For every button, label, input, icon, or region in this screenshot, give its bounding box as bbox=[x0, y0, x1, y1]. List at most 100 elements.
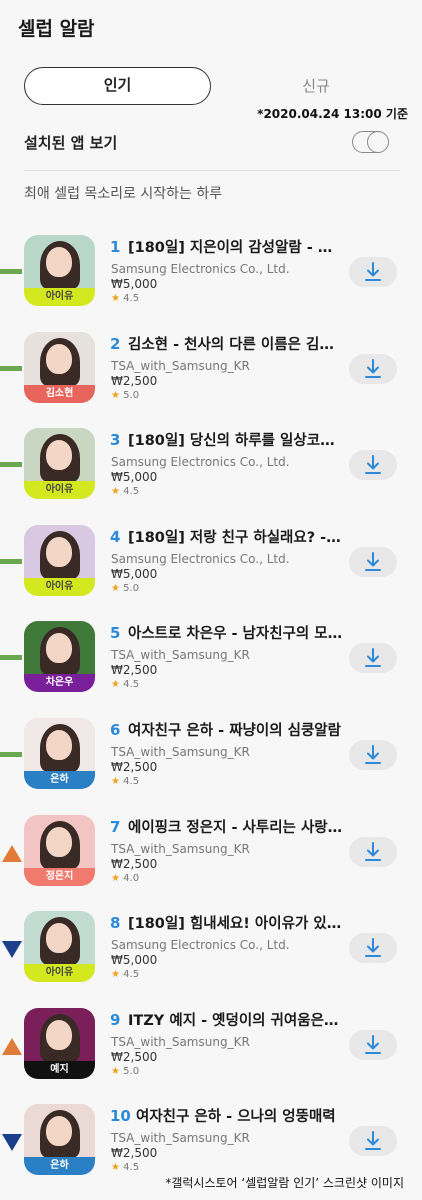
app-price: ₩2,500 bbox=[111, 856, 158, 871]
download-icon bbox=[365, 744, 381, 764]
download-button[interactable] bbox=[349, 353, 397, 384]
download-button[interactable] bbox=[349, 1126, 397, 1157]
celeb-name-label: 김소현 bbox=[24, 384, 95, 403]
star-icon: ★ bbox=[111, 1162, 120, 1174]
app-seller: TSA_with_Samsung_KR bbox=[111, 1034, 250, 1049]
installed-apps-toggle[interactable] bbox=[352, 130, 389, 153]
page-title: 셀럽 알람 bbox=[18, 18, 95, 40]
app-price: ₩2,500 bbox=[111, 1049, 158, 1064]
download-button[interactable] bbox=[349, 739, 397, 770]
list-item[interactable]: 은하 6 여자친구 은하 - 짜냥이의 심쿵알람 TSA_with_Samsun… bbox=[0, 717, 422, 815]
rating-value: 5.0 bbox=[123, 582, 140, 594]
list-item[interactable]: 정은지 7 에이핑크 정은지 - 사투리는 사랑입니다 TSA_with_Sam… bbox=[0, 814, 422, 912]
app-name[interactable]: ITZY 예지 - 옛덩이의 귀여움은 무죄 bbox=[128, 1009, 343, 1030]
celeb-name-label: 아이유 bbox=[24, 288, 95, 306]
star-icon: ★ bbox=[111, 969, 120, 981]
app-seller: Samsung Electronics Co., Ltd. bbox=[111, 551, 290, 566]
download-button[interactable] bbox=[349, 836, 397, 867]
tab-new[interactable]: 신규 bbox=[234, 67, 398, 105]
celeb-photo bbox=[24, 814, 95, 869]
app-rating: ★ 4.5 bbox=[111, 969, 139, 980]
list-item[interactable]: 아이유 3 [180일] 당신의 하루를 일상코치 아이유 Samsung El… bbox=[0, 428, 422, 525]
celeb-photo bbox=[24, 235, 95, 289]
celeb-face bbox=[46, 440, 72, 471]
rank-up-icon bbox=[0, 844, 22, 865]
tab-popular[interactable]: 인기 bbox=[24, 67, 211, 105]
no-change-icon bbox=[0, 362, 22, 382]
download-button[interactable] bbox=[349, 933, 397, 964]
app-name[interactable]: 김소현 - 천사의 다른 이름은 김소현 bbox=[128, 333, 343, 354]
celeb-photo bbox=[24, 911, 95, 966]
app-thumbnail[interactable]: 은하 bbox=[24, 1104, 95, 1176]
app-thumbnail[interactable]: 차은우 bbox=[24, 621, 95, 693]
download-button[interactable] bbox=[349, 643, 397, 674]
celeb-photo bbox=[24, 1007, 95, 1062]
download-icon bbox=[365, 551, 381, 571]
app-name[interactable]: [180일] 지은이의 감성알람 - 아이유 bbox=[128, 236, 343, 257]
celeb-face bbox=[46, 343, 72, 374]
list-item[interactable]: 차은우 5 아스트로 차은우 - 남자친구의 모닝콜 TSA_with_Sams… bbox=[0, 621, 422, 718]
app-thumbnail[interactable]: 은하 bbox=[24, 717, 95, 789]
app-seller: TSA_with_Samsung_KR bbox=[111, 841, 250, 856]
rank-number: 3 bbox=[110, 431, 121, 450]
rating-value: 4.5 bbox=[123, 1162, 140, 1174]
app-thumbnail[interactable]: 아이유 bbox=[24, 524, 95, 596]
app-rating: ★ 4.5 bbox=[111, 776, 139, 787]
download-button[interactable] bbox=[349, 257, 397, 287]
list-item[interactable]: 아이유 4 [180일] 저랑 친구 하실래요? - 아이유 Samsung E… bbox=[0, 524, 422, 622]
app-thumbnail[interactable]: 정은지 bbox=[24, 814, 95, 886]
app-price: ₩2,500 bbox=[111, 759, 158, 774]
download-button[interactable] bbox=[349, 546, 397, 577]
celeb-face bbox=[46, 826, 72, 857]
installed-apps-label: 설치된 앱 보기 bbox=[24, 134, 118, 152]
celeb-name-label: 예지 bbox=[24, 1060, 95, 1079]
app-thumbnail[interactable]: 아이유 bbox=[24, 911, 95, 983]
app-price: ₩2,500 bbox=[111, 1146, 158, 1161]
rank-up-icon bbox=[0, 1037, 22, 1058]
app-name[interactable]: [180일] 당신의 하루를 일상코치 아이유 bbox=[128, 429, 343, 450]
app-name[interactable]: 여자친구 은하 - 으나의 엉뚱매력 bbox=[136, 1105, 343, 1126]
app-name[interactable]: [180일] 힘내세요! 아이유가 있잖아요 bbox=[128, 912, 343, 933]
app-name[interactable]: 아스트로 차은우 - 남자친구의 모닝콜 bbox=[128, 622, 343, 643]
rank-number: 2 bbox=[110, 334, 121, 353]
app-rating: ★ 4.5 bbox=[111, 293, 139, 304]
list-item[interactable]: 아이유 8 [180일] 힘내세요! 아이유가 있잖아요 Samsung Ele… bbox=[0, 911, 422, 1008]
app-name[interactable]: [180일] 저랑 친구 하실래요? - 아이유 bbox=[128, 526, 343, 547]
toggle-knob bbox=[366, 130, 389, 153]
celeb-photo bbox=[24, 717, 95, 772]
download-icon bbox=[365, 262, 381, 281]
app-rating: ★ 5.0 bbox=[111, 1066, 139, 1077]
celeb-photo bbox=[24, 428, 95, 483]
star-icon: ★ bbox=[111, 775, 120, 787]
app-rating: ★ 5.0 bbox=[111, 390, 139, 401]
download-icon bbox=[365, 358, 381, 378]
app-seller: Samsung Electronics Co., Ltd. bbox=[111, 262, 290, 276]
celeb-photo bbox=[24, 1104, 95, 1159]
star-icon: ★ bbox=[111, 293, 120, 304]
app-list: 아이유 1 [180일] 지은이의 감성알람 - 아이유 Samsung Ele… bbox=[0, 235, 422, 1200]
celeb-photo bbox=[24, 331, 95, 386]
download-button[interactable] bbox=[349, 450, 397, 481]
app-thumbnail[interactable]: 아이유 bbox=[24, 428, 95, 500]
app-price: ₩5,000 bbox=[111, 277, 158, 291]
rank-down-icon bbox=[0, 1134, 22, 1154]
rating-value: 4.0 bbox=[123, 872, 140, 884]
app-price: ₩5,000 bbox=[111, 953, 158, 968]
download-button[interactable] bbox=[349, 1029, 397, 1060]
rating-value: 4.5 bbox=[123, 679, 140, 691]
list-item[interactable]: 아이유 1 [180일] 지은이의 감성알람 - 아이유 Samsung Ele… bbox=[0, 235, 422, 332]
app-seller: TSA_with_Samsung_KR bbox=[111, 744, 250, 759]
celeb-name-label: 정은지 bbox=[24, 867, 95, 886]
star-icon: ★ bbox=[111, 486, 120, 498]
app-thumbnail[interactable]: 김소현 bbox=[24, 331, 95, 403]
no-change-icon bbox=[0, 748, 22, 768]
app-name[interactable]: 여자친구 은하 - 짜냥이의 심쿵알람 bbox=[128, 719, 343, 740]
app-thumbnail[interactable]: 예지 bbox=[24, 1007, 95, 1079]
app-thumbnail[interactable]: 아이유 bbox=[24, 235, 95, 306]
list-item[interactable]: 예지 9 ITZY 예지 - 옛덩이의 귀여움은 무죄 TSA_with_Sam… bbox=[0, 1007, 422, 1105]
celeb-photo bbox=[24, 524, 95, 579]
star-icon: ★ bbox=[111, 1065, 120, 1077]
list-item[interactable]: 김소현 2 김소현 - 천사의 다른 이름은 김소현 TSA_with_Sams… bbox=[0, 331, 422, 429]
section-subtitle: 최애 셀럽 목소리로 시작하는 하루 bbox=[24, 186, 223, 202]
app-name[interactable]: 에이핑크 정은지 - 사투리는 사랑입니다 bbox=[128, 816, 343, 837]
